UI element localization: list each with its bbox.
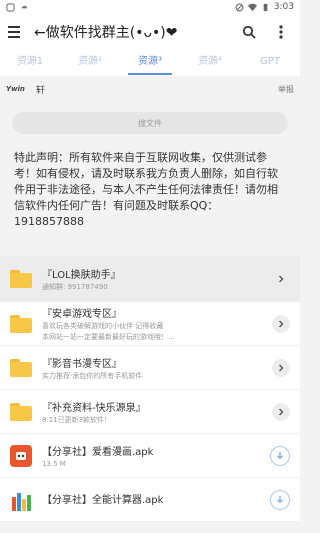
report-link[interactable]: 举报: [278, 84, 294, 95]
owner-logo[interactable]: Ywin: [6, 85, 28, 93]
folder-item-media[interactable]: 『影音书漫专区』 实力推荐·承包你的所有手机软件: [0, 346, 300, 390]
file-name: 【分享社】爱看漫画.apk: [42, 446, 154, 458]
notification-icon: [6, 2, 15, 12]
wifi-icon: [247, 3, 257, 11]
file-item-comic[interactable]: 【分享社】爱看漫画.apk 13.5 M: [0, 434, 300, 478]
folder-item-games[interactable]: 『安卓游戏专区』 喜欢玩各类破解游戏的小伙伴 记得收藏 本网站一站一定要最新最好…: [0, 302, 300, 346]
folder-item-lol[interactable]: 『LOL换肤助手』 通知群: 991787490: [0, 256, 300, 302]
disclaimer-text: 特此声明：所有软件来自于互联网收集，仅供测试参考！如有侵权，请及时联系我方负责人…: [14, 151, 278, 228]
owner-name[interactable]: 轩: [36, 83, 45, 96]
tab-gpt[interactable]: GPT: [240, 50, 300, 76]
folder-icon: [10, 269, 32, 288]
folder-icon: [10, 358, 32, 377]
folder-subtitle: 喜欢玩各类破解游戏的小伙伴 记得收藏: [42, 322, 164, 330]
battery-icon: [263, 3, 268, 11]
more-vert-icon: [279, 25, 283, 39]
chevron-right-icon[interactable]: [272, 269, 290, 288]
block-icon: [235, 3, 244, 11]
search-icon: [242, 25, 256, 39]
app-bar: ←做软件找群主(•ᴗ•)❤: [0, 14, 300, 50]
search-input[interactable]: 搜文件: [12, 112, 288, 134]
tab-bar: 资源1 资源² 资源³ 资源⁴ GPT: [0, 50, 300, 76]
folder-subtitle: 通知群: 991787490: [42, 282, 108, 291]
folder-subtitle-line2: 本网站一站一定要最新最好玩的游戏哦！...: [42, 333, 175, 341]
folder-title: 『补充资料-快乐源泉』: [42, 402, 146, 414]
file-item-calculator[interactable]: 【分享社】全能计算器.apk: [0, 478, 300, 522]
folder-item-extra[interactable]: 『补充资料-快乐源泉』 8.11已更新3款软件！: [0, 390, 300, 434]
download-icon[interactable]: [270, 489, 290, 510]
tab-resource-1[interactable]: 资源1: [0, 50, 60, 76]
folder-subtitle: 8.11已更新3款软件！: [42, 415, 112, 424]
more-button[interactable]: [270, 21, 292, 43]
app-icon: [10, 489, 32, 511]
folder-title: 『影音书漫专区』: [42, 358, 122, 370]
page-title: ←做软件找群主(•ᴗ•)❤: [34, 25, 178, 41]
status-time: 3:03: [273, 2, 294, 12]
menu-icon[interactable]: [8, 23, 26, 41]
folder-subtitle: 实力推荐·承包你的所有手机软件: [42, 371, 143, 380]
folder-title: 『安卓游戏专区』: [42, 309, 122, 320]
folder-icon: [10, 314, 32, 333]
tab-resource-3[interactable]: 资源³: [120, 50, 180, 76]
download-icon[interactable]: [270, 445, 290, 466]
file-size: 13.5 M: [42, 459, 66, 468]
status-bar: 3:03: [0, 0, 300, 14]
tab-resource-2[interactable]: 资源²: [60, 50, 120, 76]
folder-icon: [10, 402, 32, 421]
folder-title: 『LOL换肤助手』: [42, 269, 121, 281]
file-name: 【分享社】全能计算器.apk: [42, 495, 164, 506]
file-list: 『LOL换肤助手』 通知群: 991787490 『安卓游戏专区』 喜欢玩各类破…: [0, 256, 300, 522]
owner-row: Ywin 轩 举报: [0, 78, 300, 100]
search-button[interactable]: [238, 21, 260, 43]
android-icon: [21, 5, 28, 8]
chevron-right-icon[interactable]: [272, 314, 290, 333]
tab-resource-4[interactable]: 资源⁴: [180, 50, 240, 76]
chevron-right-icon[interactable]: [272, 358, 290, 377]
app-icon: [10, 444, 32, 467]
chevron-right-icon[interactable]: [272, 402, 290, 421]
